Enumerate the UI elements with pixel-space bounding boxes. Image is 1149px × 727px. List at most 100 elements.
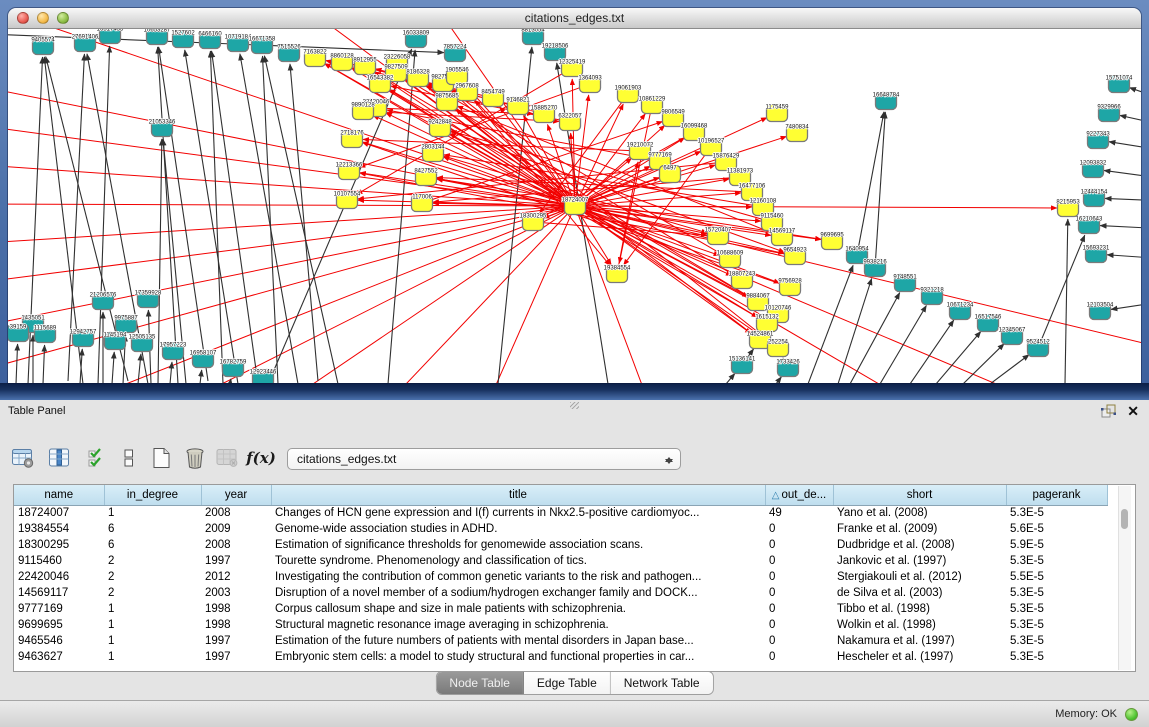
- graph-node[interactable]: 6497: [660, 166, 681, 183]
- graph-node[interactable]: 14569117: [769, 229, 796, 246]
- table-row[interactable]: 1872400712008Changes of HCN gene express…: [14, 505, 1107, 521]
- table-row[interactable]: 1456911722003Disruption of a novel membe…: [14, 585, 1107, 601]
- column-header-out_de[interactable]: △out_de...: [765, 485, 833, 505]
- graph-node[interactable]: 16958107: [190, 351, 217, 368]
- graph-node[interactable]: 1175459: [766, 105, 790, 122]
- graph-node[interactable]: 17957223: [160, 343, 187, 360]
- graph-node[interactable]: 7515526: [277, 45, 301, 62]
- graph-node[interactable]: 9242848: [428, 120, 452, 137]
- graph-node[interactable]: 2803144: [421, 145, 445, 162]
- network-canvas[interactable]: 9405574276914061651745310653287152760264…: [8, 29, 1141, 383]
- graph-node[interactable]: 16671358: [249, 37, 276, 54]
- graph-node[interactable]: 19218506: [542, 44, 569, 61]
- graph-node[interactable]: 10671234: [947, 303, 974, 320]
- graph-node[interactable]: 15751074: [1106, 76, 1133, 93]
- table-row[interactable]: 946362711997Embryonic stem cells: a mode…: [14, 649, 1107, 665]
- graph-node[interactable]: 12923446: [250, 370, 277, 384]
- table-row[interactable]: 1938455462009Genome-wide association stu…: [14, 521, 1107, 537]
- graph-node[interactable]: 21053346: [149, 120, 176, 137]
- graph-node[interactable]: 9146821: [506, 98, 530, 115]
- graph-node[interactable]: 2718176: [340, 131, 364, 148]
- close-panel-icon[interactable]: ✕: [1127, 401, 1139, 421]
- graph-node[interactable]: 9405574: [31, 38, 55, 55]
- row-height-button[interactable]: [114, 442, 144, 474]
- graph-node[interactable]: 6466160: [198, 32, 222, 49]
- select-columns-button[interactable]: [82, 442, 112, 474]
- zoom-window-button[interactable]: [57, 12, 69, 24]
- graph-node[interactable]: 12942757: [70, 330, 97, 347]
- network-graph[interactable]: 9405574276914061651745310653287152760264…: [8, 29, 1141, 383]
- graph-node[interactable]: 16033809: [403, 31, 430, 48]
- graph-node[interactable]: 12213366: [336, 163, 363, 180]
- graph-node[interactable]: 117006: [412, 195, 433, 212]
- delete-table-button[interactable]: [180, 442, 210, 474]
- graph-node[interactable]: 252254: [768, 340, 789, 357]
- edit-column-button[interactable]: [44, 442, 74, 474]
- graph-node[interactable]: 18724007: [562, 198, 589, 215]
- graph-node[interactable]: 1115689: [34, 326, 57, 343]
- graph-node[interactable]: 16517453: [97, 29, 124, 44]
- table-row[interactable]: 1830029562008Estimation of significance …: [14, 537, 1107, 553]
- graph-node[interactable]: 8912955: [353, 58, 377, 75]
- graph-node[interactable]: 15136141: [729, 357, 756, 374]
- graph-node[interactable]: 9654923: [783, 248, 807, 265]
- graph-node[interactable]: 9875685: [435, 94, 459, 111]
- graph-node[interactable]: 6322057: [558, 114, 582, 131]
- graph-node[interactable]: 17359928: [135, 291, 162, 308]
- graph-node[interactable]: 7163822: [303, 50, 327, 67]
- function-builder-button[interactable]: f(x): [246, 442, 276, 474]
- graph-node[interactable]: 16543382: [367, 76, 394, 93]
- column-header-short[interactable]: short: [833, 485, 1006, 505]
- graph-node[interactable]: 8454749: [481, 90, 505, 107]
- table-source-select[interactable]: citations_edges.txt: [287, 448, 681, 470]
- graph-node[interactable]: 9148551: [893, 275, 917, 292]
- tab-edge-table[interactable]: Edge Table: [524, 672, 611, 694]
- minimize-window-button[interactable]: [37, 12, 49, 24]
- graph-node[interactable]: 2967608: [455, 84, 479, 101]
- column-header-title[interactable]: title: [271, 485, 765, 505]
- graph-node[interactable]: 1905546: [445, 68, 469, 85]
- graph-node[interactable]: 9227343: [1086, 132, 1110, 149]
- tab-node-table[interactable]: Node Table: [436, 672, 524, 694]
- float-panel-icon[interactable]: [1100, 403, 1117, 419]
- graph-node[interactable]: 18807243: [729, 272, 756, 289]
- graph-node[interactable]: 10688609: [717, 251, 744, 268]
- graph-node[interactable]: 16210643: [1076, 217, 1103, 234]
- splitter-grip-icon[interactable]: [570, 402, 579, 409]
- table-row[interactable]: 946554611997Estimation of the future num…: [14, 633, 1107, 649]
- graph-node[interactable]: 8186328: [406, 70, 430, 87]
- new-table-button[interactable]: [146, 442, 176, 474]
- graph-node[interactable]: 9524512: [1026, 340, 1050, 357]
- graph-node[interactable]: 12093832: [1080, 161, 1107, 178]
- graph-node[interactable]: 19384554: [604, 266, 631, 283]
- graph-node[interactable]: 7480834: [785, 125, 809, 142]
- graph-node[interactable]: 1733426: [776, 360, 800, 377]
- graph-node[interactable]: 9890128: [351, 103, 375, 120]
- graph-node[interactable]: 7857224: [443, 45, 467, 62]
- graph-node[interactable]: 15720407: [705, 228, 732, 245]
- scrollbar-thumb[interactable]: [1121, 509, 1128, 529]
- graph-node[interactable]: 10107554: [334, 192, 361, 209]
- vertical-scrollbar[interactable]: [1118, 486, 1131, 670]
- graph-node[interactable]: 1527602: [171, 31, 195, 48]
- graph-node[interactable]: 9756928: [778, 279, 802, 296]
- graph-node[interactable]: 9321218: [920, 288, 944, 305]
- graph-node[interactable]: 16782759: [220, 360, 247, 377]
- graph-node[interactable]: 18300295: [520, 214, 547, 231]
- column-header-name[interactable]: name: [14, 485, 104, 505]
- graph-node[interactable]: 8215953: [1056, 200, 1080, 217]
- graph-node[interactable]: 8813054: [521, 29, 545, 45]
- graph-node[interactable]: 12325419: [559, 60, 586, 77]
- graph-node[interactable]: 9975887: [114, 316, 138, 333]
- table-row[interactable]: 2242004622012Investigating the contribut…: [14, 569, 1107, 585]
- graph-node[interactable]: 12345067: [999, 328, 1026, 345]
- column-header-year[interactable]: year: [201, 485, 271, 505]
- graph-node[interactable]: 9699695: [820, 233, 844, 250]
- table-row[interactable]: 911546021997Tourette syndrome. Phenomeno…: [14, 553, 1107, 569]
- graph-node[interactable]: 27691406: [72, 35, 99, 52]
- network-window-titlebar[interactable]: citations_edges.txt: [8, 8, 1141, 29]
- graph-node[interactable]: 1145194: [104, 333, 128, 350]
- column-header-in_degree[interactable]: in_degree: [104, 485, 201, 505]
- graph-node[interactable]: 9329966: [1097, 105, 1121, 122]
- graph-node[interactable]: 10653287: [144, 29, 171, 45]
